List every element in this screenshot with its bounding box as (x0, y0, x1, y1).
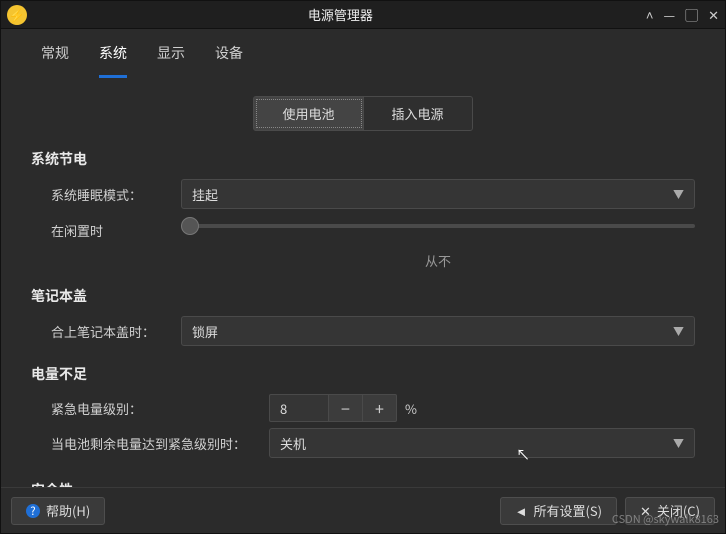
close-lid-dropdown[interactable]: 锁屏 ▼ (181, 316, 695, 346)
critical-level-label: 紧急电量级别： (51, 399, 269, 418)
all-settings-button[interactable]: ◄ 所有设置(S) (500, 497, 617, 525)
close-window-button[interactable]: ✕ (708, 5, 719, 24)
spinner-decrement-button[interactable]: − (329, 394, 363, 422)
tab-system[interactable]: 系统 (99, 43, 127, 78)
all-settings-label: 所有设置(S) (533, 501, 602, 520)
tab-general[interactable]: 常规 (41, 43, 69, 78)
minimize-button[interactable]: — (663, 5, 675, 24)
row-idle: 在闲置时 (31, 215, 695, 245)
power-source-toggle: 使用电池 插入电源 (31, 96, 695, 131)
sleep-mode-label: 系统睡眠模式： (51, 185, 181, 204)
sleep-mode-dropdown[interactable]: 挂起 ▼ (181, 179, 695, 209)
back-arrow-icon: ◄ (515, 501, 528, 520)
tab-devices[interactable]: 设备 (215, 43, 243, 78)
critical-level-value[interactable]: 8 (269, 394, 329, 422)
row-close-lid: 合上笔记本盖时： 锁屏 ▼ (31, 316, 695, 346)
help-button-label: 帮助(H) (46, 501, 90, 520)
chevron-down-icon: ▼ (673, 435, 684, 451)
row-critical-level: 紧急电量级别： 8 − + % (31, 394, 695, 422)
chevron-down-icon: ▼ (673, 186, 684, 202)
slider-thumb[interactable] (181, 217, 199, 235)
tab-display[interactable]: 显示 (157, 43, 185, 78)
toggle-plugged-in[interactable]: 插入电源 (364, 97, 472, 130)
close-lid-value: 锁屏 (192, 322, 218, 341)
idle-slider-text: 从不 (31, 251, 695, 270)
chevron-down-icon: ▼ (673, 323, 684, 339)
row-sleep-mode: 系统睡眠模式： 挂起 ▼ (31, 179, 695, 209)
window-title: 电源管理器 (35, 5, 646, 24)
idle-slider[interactable] (181, 215, 695, 245)
idle-label: 在闲置时 (51, 221, 181, 240)
section-lid-heading: 笔记本盖 (31, 286, 695, 306)
critical-level-unit: % (405, 399, 417, 418)
content-area: 使用电池 插入电源 系统节电 系统睡眠模式： 挂起 ▼ 在闲置时 从不 笔记本盖… (1, 78, 725, 508)
sleep-mode-value: 挂起 (192, 185, 218, 204)
app-icon: ⚡ (7, 5, 27, 25)
tab-bar: 常规 系统 显示 设备 (1, 29, 725, 78)
critical-level-spinner: 8 − + % (269, 394, 417, 422)
critical-action-label: 当电池剩余电量达到紧急级别时： (51, 434, 269, 453)
spinner-increment-button[interactable]: + (363, 394, 397, 422)
section-low-power-heading: 电量不足 (31, 364, 695, 384)
section-power-saving-heading: 系统节电 (31, 149, 695, 169)
slider-track (181, 224, 695, 228)
critical-action-dropdown[interactable]: 关机 ▼ (269, 428, 695, 458)
close-lid-label: 合上笔记本盖时： (51, 322, 181, 341)
help-icon: ? (26, 504, 40, 518)
row-critical-action: 当电池剩余电量达到紧急级别时： 关机 ▼ (31, 428, 695, 458)
watermark-text: CSDN @skywalk8163 (612, 511, 719, 527)
toggle-on-battery[interactable]: 使用电池 (254, 97, 363, 130)
roll-up-button[interactable]: ˄ (646, 5, 654, 24)
maximize-button[interactable]: ▢ (685, 5, 698, 24)
title-bar: ⚡ 电源管理器 ˄ — ▢ ✕ (1, 1, 725, 29)
critical-action-value: 关机 (280, 434, 306, 453)
window-controls: ˄ — ▢ ✕ (646, 5, 719, 24)
help-button[interactable]: ? 帮助(H) (11, 497, 105, 525)
